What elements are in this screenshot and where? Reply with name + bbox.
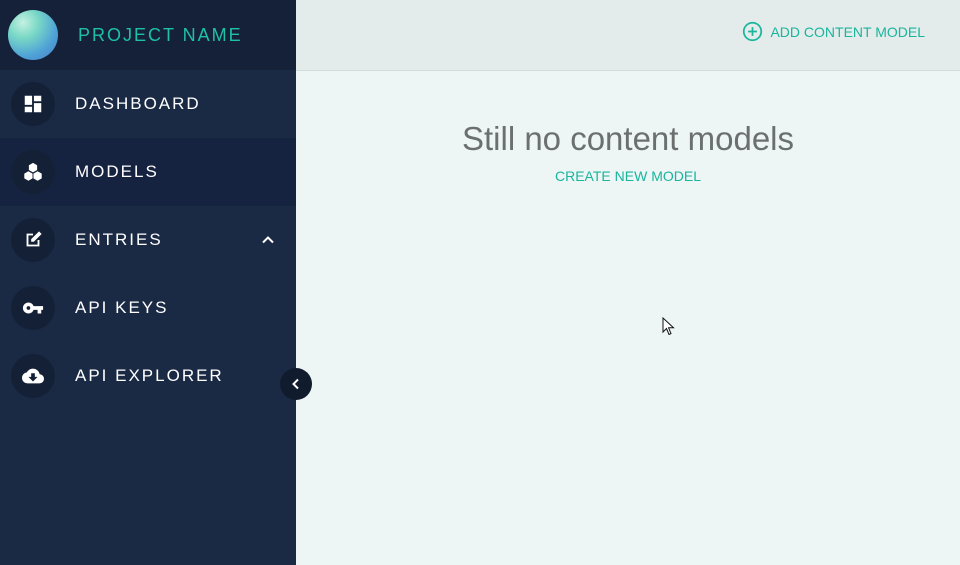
add-content-model-button[interactable]: ADD CONTENT MODEL [742,21,925,42]
add-content-model-label: ADD CONTENT MODEL [770,23,925,40]
sidebar-item-label: ENTRIES [75,230,163,249]
create-new-model-link[interactable]: CREATE NEW MODEL [555,168,701,184]
sidebar-item-models[interactable]: MODELS [0,138,296,206]
edit-icon [11,218,55,262]
sidebar-item-api-keys[interactable]: API KEYS [0,274,296,342]
brand-header: PROJECT NAME [0,0,296,70]
collapse-sidebar-button[interactable] [280,368,312,400]
sidebar-item-dashboard[interactable]: DASHBOARD [0,70,296,138]
cubes-icon [11,150,55,194]
dashboard-icon [11,82,55,126]
sidebar-item-label: API KEYS [75,298,169,317]
top-toolbar: ADD CONTENT MODEL [296,0,960,71]
sidebar: PROJECT NAME DASHBOARD MODELS ENTRIES AP… [0,0,296,565]
cloud-download-icon [11,354,55,398]
sidebar-item-label: MODELS [75,162,159,181]
sidebar-item-api-explorer[interactable]: API EXPLORER [0,342,296,410]
chevron-left-icon [292,378,299,390]
empty-state-title: Still no content models [461,120,794,157]
sidebar-item-label: API EXPLORER [75,366,224,385]
plus-circle-icon [743,21,763,42]
project-name[interactable]: PROJECT NAME [78,25,243,46]
project-avatar[interactable] [8,10,58,60]
sidebar-nav: DASHBOARD MODELS ENTRIES API KEYS API EX… [0,70,296,410]
empty-state: Still no content models CREATE NEW MODEL [296,120,960,186]
key-icon [11,286,55,330]
chevron-up-icon[interactable] [260,232,276,248]
sidebar-item-entries[interactable]: ENTRIES [0,206,296,274]
mouse-cursor-icon [662,317,675,336]
sidebar-item-label: DASHBOARD [75,94,201,113]
